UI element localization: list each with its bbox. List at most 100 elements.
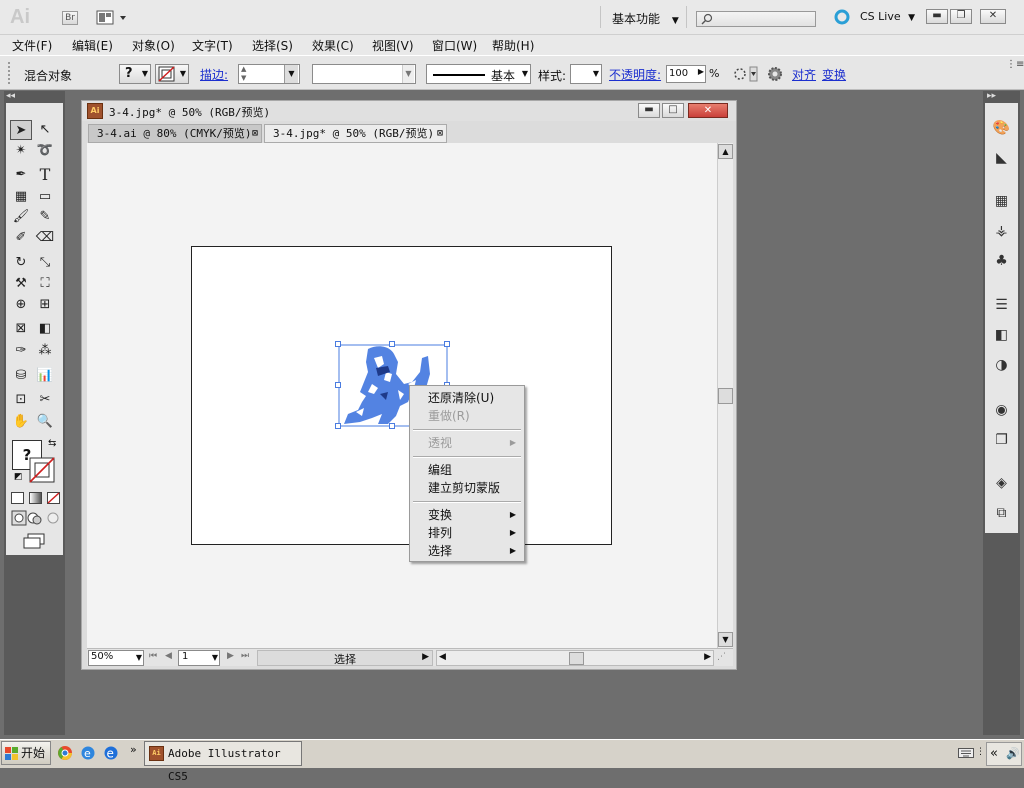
variable-width-profile[interactable]: ▼ <box>312 64 416 84</box>
selection-handle[interactable] <box>335 341 341 347</box>
swatches-button[interactable]: ▦ <box>985 187 1018 215</box>
next-artboard-icon[interactable]: ▶ <box>227 651 234 661</box>
tray-menu-icon[interactable]: ⋮ <box>976 747 985 757</box>
direct-selection-tool[interactable]: ↖ <box>34 120 56 140</box>
lasso-tool[interactable]: ➰ <box>34 141 56 161</box>
scale-tool[interactable]: ⤡ <box>34 253 56 273</box>
grip-handle[interactable] <box>8 62 11 84</box>
transparency-panel-button[interactable]: ◑ <box>985 351 1018 379</box>
selection-handle[interactable] <box>444 341 450 347</box>
resize-grip-icon[interactable]: ⋰ <box>717 652 726 662</box>
volume-icon[interactable]: 🔊 <box>1006 747 1020 760</box>
gradient-tool[interactable]: ◧ <box>34 319 56 339</box>
menu-item-undo-clear[interactable]: 还原清除(U) <box>410 389 524 407</box>
column-graph-tool[interactable]: 📊 <box>34 366 56 386</box>
none-mode-button[interactable] <box>47 492 60 504</box>
pen-tool[interactable]: ✒ <box>10 165 32 185</box>
vertical-scrollbar[interactable]: ▲ ▼ <box>717 143 733 648</box>
blob-brush-tool[interactable]: ✐ <box>10 228 32 248</box>
slice-tool[interactable]: ✂ <box>34 390 56 410</box>
opacity-field[interactable]: 100 ▶ <box>666 65 706 83</box>
minimize-button[interactable]: ▬ <box>926 9 948 24</box>
artboard-number-dropdown[interactable]: 1 ▼ <box>178 650 220 666</box>
keyboard-icon[interactable] <box>958 746 974 760</box>
start-button[interactable]: 开始 <box>1 741 51 765</box>
workspace-switcher[interactable]: 基本功能 ▼ <box>612 10 679 27</box>
screen-mode-button[interactable] <box>22 533 48 549</box>
chevron-right-icon[interactable]: ▶ <box>698 67 704 76</box>
rotate-tool[interactable]: ↻ <box>10 253 32 273</box>
expand-panels-icon[interactable]: ▸▸ <box>987 91 996 101</box>
pencil-tool[interactable]: ✎ <box>34 207 56 227</box>
fill-dropdown[interactable]: ? ▼ <box>119 64 151 84</box>
menu-item-arrange[interactable]: 排列 ▶ <box>410 524 524 542</box>
menu-help[interactable]: 帮助(H) <box>492 37 534 54</box>
recolor-artwork-button[interactable] <box>730 64 758 84</box>
doc-maximize-button[interactable]: □ <box>662 103 684 118</box>
symbol-sprayer-tool[interactable]: ⛁ <box>10 366 32 386</box>
bridge-button[interactable]: Br <box>62 11 78 25</box>
previous-artboard-icon[interactable]: ◀ <box>165 651 172 661</box>
quicklaunch-browser-icon[interactable]: e <box>103 745 119 761</box>
menu-object[interactable]: 对象(O) <box>132 37 175 54</box>
graphic-styles-button[interactable]: ❐ <box>985 426 1018 454</box>
menu-item-transform[interactable]: 变换 ▶ <box>410 506 524 524</box>
menu-item-make-clipping-mask[interactable]: 建立剪切蒙版 <box>410 479 524 497</box>
graphic-style-dropdown[interactable]: ▼ <box>570 64 602 84</box>
first-artboard-icon[interactable]: ⏮ <box>149 651 157 661</box>
paintbrush-tool[interactable]: 🖌 <box>10 207 32 227</box>
scroll-down-icon[interactable]: ▼ <box>718 632 733 647</box>
doc-close-button[interactable]: ✕ <box>688 103 728 118</box>
selection-tool[interactable]: ➤ <box>10 120 32 140</box>
chevron-down-icon[interactable]: ▼ <box>402 65 414 83</box>
symbols-button[interactable]: ♣ <box>985 247 1018 275</box>
document-setup-button[interactable] <box>766 65 784 83</box>
collapse-icon[interactable]: ◂◂ <box>6 91 15 101</box>
zoom-tool[interactable]: 🔍 <box>34 412 56 432</box>
expand-tray-icon[interactable]: « <box>990 746 998 761</box>
menu-file[interactable]: 文件(F) <box>12 37 52 54</box>
stroke-panel-button[interactable]: ☰ <box>985 291 1018 319</box>
color-mode-button[interactable] <box>11 492 24 504</box>
selection-handle[interactable] <box>389 341 395 347</box>
selection-handle[interactable] <box>335 382 341 388</box>
close-tab-icon[interactable]: ⊠ <box>252 125 258 143</box>
panel-menu-icon[interactable]: ⋮≡ <box>1006 59 1024 70</box>
close-button[interactable]: ✕ <box>980 9 1006 24</box>
tab-3-4-jpg[interactable]: 3-4.jpg* @ 50% (RGB/预览) ⊠ <box>264 124 447 143</box>
status-menu[interactable]: 选择 ▶ <box>257 650 433 666</box>
menu-effect[interactable]: 效果(C) <box>312 37 354 54</box>
stepper-icon[interactable]: ▲ ▼ <box>241 65 246 83</box>
scroll-right-icon[interactable]: ▶ <box>704 652 711 662</box>
stroke-weight-field[interactable]: ▲ ▼ ▼ <box>238 64 300 84</box>
layers-panel-button[interactable]: ◈ <box>985 469 1018 497</box>
scroll-up-icon[interactable]: ▲ <box>718 144 733 159</box>
more-quicklaunch-icon[interactable]: » <box>130 743 137 756</box>
scroll-left-icon[interactable]: ◀ <box>439 652 446 662</box>
tab-3-4-ai[interactable]: 3-4.ai @ 80% (CMYK/预览) ⊠ <box>88 124 262 143</box>
chevron-down-icon[interactable]: ▼ <box>284 65 298 83</box>
eyedropper-tool[interactable]: ✑ <box>10 341 32 361</box>
rectangle-tool[interactable]: ▭ <box>34 187 56 207</box>
stroke-link[interactable]: 描边: <box>200 66 228 83</box>
menu-edit[interactable]: 编辑(E) <box>72 37 113 54</box>
perspective-grid-tool[interactable]: ⊞ <box>34 295 56 315</box>
zoom-dropdown[interactable]: 50% ▼ <box>88 650 144 666</box>
menu-item-select[interactable]: 选择 ▶ <box>410 542 524 560</box>
menu-type[interactable]: 文字(T) <box>192 37 233 54</box>
width-tool[interactable]: ⚒ <box>10 274 32 294</box>
shape-builder-tool[interactable]: ⊕ <box>10 295 32 315</box>
horizontal-scrollbar[interactable]: ◀ ▶ <box>436 650 714 666</box>
align-link[interactable]: 对齐 <box>792 66 816 83</box>
stroke-color-dropdown[interactable]: ▼ <box>155 64 189 84</box>
appearance-panel-button[interactable]: ◉ <box>985 396 1018 424</box>
brushes-button[interactable]: ⚶ <box>985 217 1018 245</box>
selection-handle[interactable] <box>335 423 341 429</box>
brush-definition-dropdown[interactable]: 基本 ▼ <box>426 64 531 84</box>
arrange-documents-button[interactable] <box>96 10 128 26</box>
swap-fill-stroke-icon[interactable]: ⇆ <box>48 438 56 449</box>
blend-tool[interactable]: ⁂ <box>34 341 56 361</box>
free-transform-tool[interactable]: ⛶ <box>34 274 56 294</box>
menu-view[interactable]: 视图(V) <box>372 37 414 54</box>
maximize-button[interactable]: ❐ <box>950 9 972 24</box>
